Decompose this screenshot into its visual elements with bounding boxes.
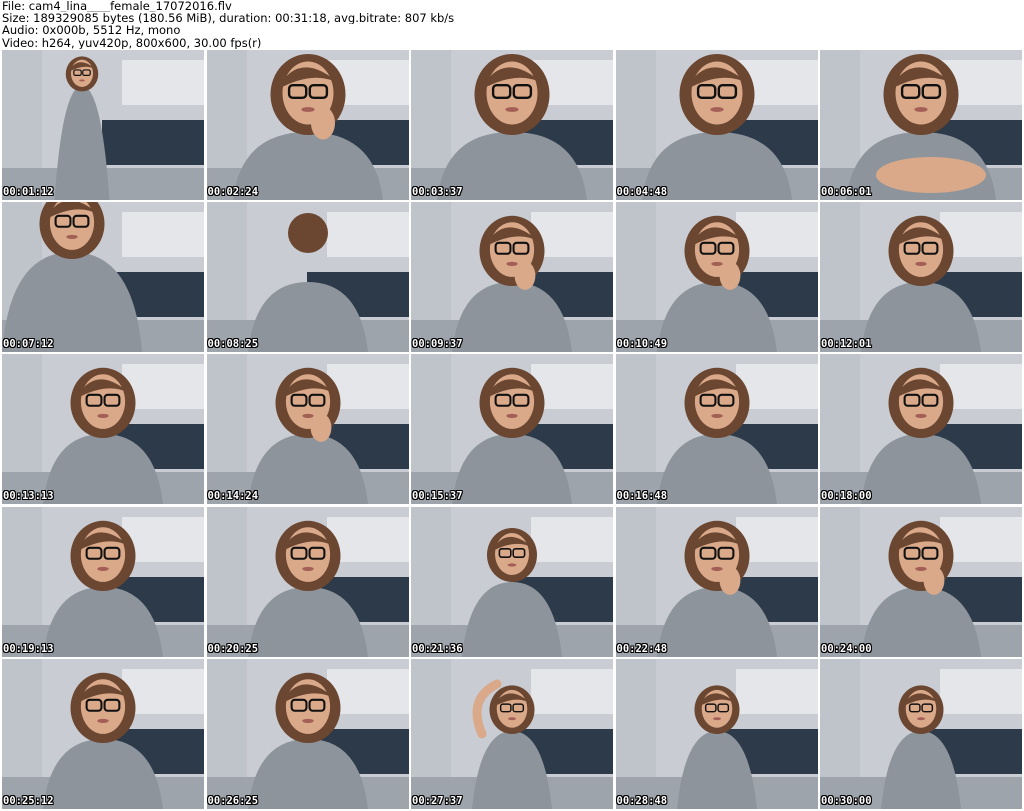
video-thumbnail: 00:16:48 bbox=[615, 354, 818, 505]
thumbnail-frame-image bbox=[411, 50, 613, 200]
thumbnail-timestamp: 00:28:48 bbox=[616, 794, 668, 807]
thumbnail-frame-image bbox=[615, 50, 818, 200]
thumbnail-timestamp: 00:04:48 bbox=[616, 186, 668, 198]
thumbnail-timestamp: 00:15:37 bbox=[412, 490, 463, 503]
thumbnail-timestamp: 00:16:48 bbox=[616, 490, 668, 503]
thumbnail-frame-image bbox=[2, 658, 204, 809]
video-thumbnail: 00:30:00 bbox=[820, 658, 1022, 809]
video-thumbnail: 00:08:25 bbox=[206, 202, 409, 353]
thumbnail-timestamp: 00:09:37 bbox=[412, 338, 463, 351]
thumbnail-frame-image bbox=[411, 202, 613, 353]
video-thumbnail: 00:22:48 bbox=[615, 506, 818, 657]
thumbnail-frame-image bbox=[411, 658, 613, 809]
thumbnail-timestamp: 00:22:48 bbox=[616, 642, 668, 655]
thumbnail-timestamp: 00:13:13 bbox=[3, 490, 54, 503]
thumbnail-timestamp: 00:18:00 bbox=[821, 490, 872, 503]
video-thumbnail: 00:20:25 bbox=[206, 506, 409, 657]
video-thumbnail: 00:03:37 bbox=[411, 50, 613, 200]
video-thumbnail: 00:09:37 bbox=[411, 202, 613, 353]
video-thumbnail: 00:06:01 bbox=[820, 50, 1022, 200]
video-thumbnail: 00:04:48 bbox=[615, 50, 818, 200]
video-thumbnail: 00:26:25 bbox=[206, 658, 409, 809]
thumbnail-frame-image bbox=[615, 354, 818, 505]
thumbnail-grid: 00:01:12 00:02:24 00:03:37 00:04:48 00:06:01… bbox=[2, 50, 1022, 809]
thumbnail-timestamp: 00:06:01 bbox=[821, 186, 872, 198]
thumbnail-timestamp: 00:26:25 bbox=[207, 794, 259, 807]
thumbnail-timestamp: 00:25:12 bbox=[3, 794, 54, 807]
video-thumbnail: 00:18:00 bbox=[820, 354, 1022, 505]
thumbnail-timestamp: 00:24:00 bbox=[821, 642, 872, 655]
video-thumbnail: 00:02:24 bbox=[206, 50, 409, 200]
video-thumbnail: 00:07:12 bbox=[2, 202, 204, 353]
video-thumbnail: 00:15:37 bbox=[411, 354, 613, 505]
video-thumbnail: 00:13:13 bbox=[2, 354, 204, 505]
video-thumbnail: 00:14:24 bbox=[206, 354, 409, 505]
thumbnail-frame-image bbox=[820, 506, 1022, 657]
thumbnail-timestamp: 00:14:24 bbox=[207, 490, 259, 503]
thumbnail-frame-image bbox=[2, 506, 204, 657]
thumbnail-timestamp: 00:21:36 bbox=[412, 642, 463, 655]
video-thumbnail: 00:24:00 bbox=[820, 506, 1022, 657]
thumbnail-frame-image bbox=[2, 354, 204, 505]
file-name-line: File: cam4_lina____female_17072016.flv bbox=[2, 0, 232, 13]
thumbnail-timestamp: 00:20:25 bbox=[207, 642, 259, 655]
thumbnail-frame-image bbox=[411, 354, 613, 505]
thumbnail-timestamp: 00:27:37 bbox=[412, 794, 463, 807]
thumbnail-frame-image bbox=[820, 50, 1022, 200]
thumbnail-timestamp: 00:02:24 bbox=[207, 186, 259, 198]
thumbnail-timestamp: 00:30:00 bbox=[821, 794, 872, 807]
video-thumbnail: 00:12:01 bbox=[820, 202, 1022, 353]
video-thumbnail: 00:10:49 bbox=[615, 202, 818, 353]
thumbnail-frame-image bbox=[820, 658, 1022, 809]
thumbnail-frame-image bbox=[206, 506, 409, 657]
thumbnail-frame-image bbox=[615, 506, 818, 657]
video-thumbnail: 00:28:48 bbox=[615, 658, 818, 809]
thumbnail-frame-image bbox=[615, 658, 818, 809]
thumbnail-frame-image bbox=[206, 354, 409, 505]
video-info-line: Video: h264, yuv420p, 800x600, 30.00 fps… bbox=[2, 36, 262, 49]
video-thumbnail: 00:21:36 bbox=[411, 506, 613, 657]
thumbnail-frame-image bbox=[206, 202, 409, 353]
thumbnail-frame-image bbox=[411, 506, 613, 657]
thumbnail-timestamp: 00:10:49 bbox=[616, 338, 668, 351]
thumbnail-timestamp: 00:12:01 bbox=[821, 338, 872, 351]
thumbnail-frame-image bbox=[615, 202, 818, 353]
thumbnail-frame-image bbox=[820, 202, 1022, 353]
thumbnail-frame-image bbox=[2, 202, 204, 353]
thumbnail-timestamp: 00:19:13 bbox=[3, 642, 54, 655]
video-thumbnail: 00:01:12 bbox=[2, 50, 204, 200]
video-thumbnail: 00:25:12 bbox=[2, 658, 204, 809]
video-thumbnail: 00:27:37 bbox=[411, 658, 613, 809]
thumbnail-frame-image bbox=[206, 658, 409, 809]
thumbnail-timestamp: 00:07:12 bbox=[3, 338, 54, 351]
thumbnail-frame-image bbox=[206, 50, 409, 200]
thumbnail-timestamp: 00:01:12 bbox=[3, 186, 54, 198]
video-thumbnail: 00:19:13 bbox=[2, 506, 204, 657]
thumbnail-frame-image bbox=[2, 50, 204, 200]
file-size-line: Size: 189329085 bytes (180.56 MiB), dura… bbox=[2, 12, 455, 25]
audio-info-line: Audio: 0x000b, 5512 Hz, mono bbox=[2, 24, 181, 37]
file-info-header: File: cam4_lina____female_17072016.flv S… bbox=[2, 0, 1022, 50]
thumbnail-frame-image bbox=[820, 354, 1022, 505]
thumbnail-timestamp: 00:03:37 bbox=[412, 186, 463, 198]
thumbnail-timestamp: 00:08:25 bbox=[207, 338, 259, 351]
